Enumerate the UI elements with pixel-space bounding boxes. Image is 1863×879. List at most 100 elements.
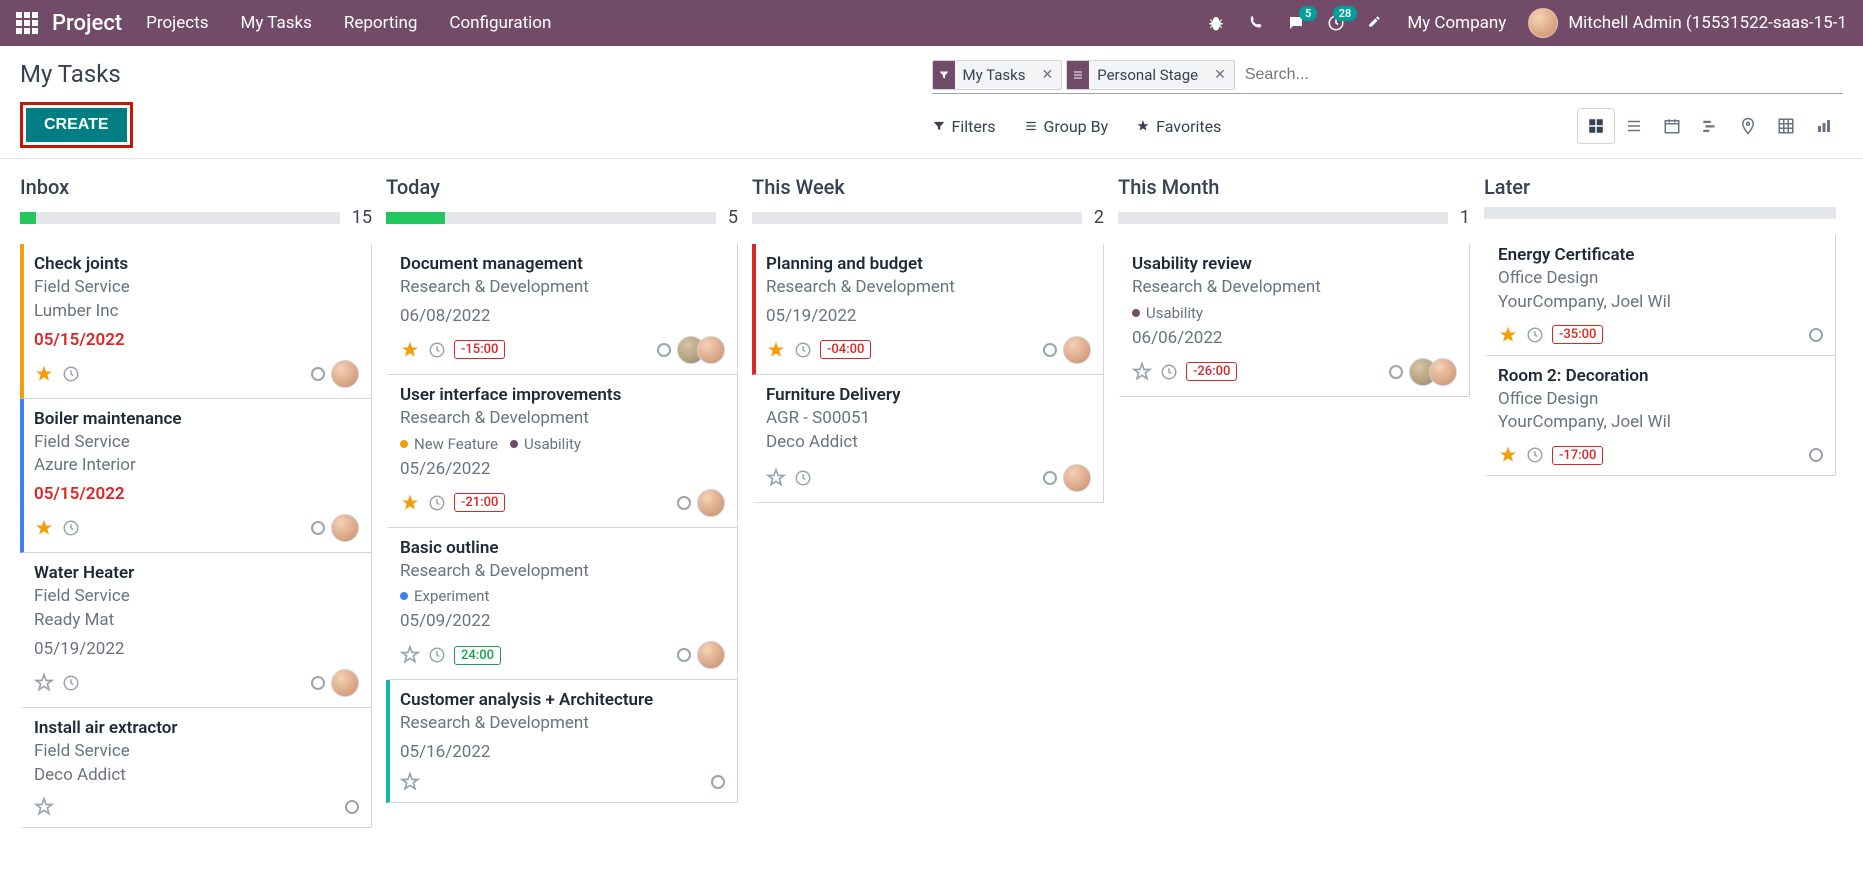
task-card[interactable]: Check jointsField ServiceLumber Inc05/15…: [20, 244, 372, 399]
star-icon[interactable]: [34, 518, 54, 538]
clock-icon[interactable]: [428, 646, 446, 664]
favorites-button[interactable]: Favorites: [1136, 117, 1221, 136]
list-view-button[interactable]: [1615, 108, 1653, 144]
status-dot[interactable]: [1809, 448, 1823, 462]
progress-bar[interactable]: [386, 212, 716, 224]
bug-icon[interactable]: [1207, 14, 1225, 32]
assignees[interactable]: [677, 336, 725, 364]
calendar-view-button[interactable]: [1653, 108, 1691, 144]
task-card[interactable]: Document managementResearch & Developmen…: [386, 244, 738, 375]
facet-remove[interactable]: ✕: [1034, 67, 1062, 83]
task-card[interactable]: Planning and budgetResearch & Developmen…: [752, 244, 1104, 375]
search-input[interactable]: [1239, 62, 1843, 88]
activities-icon[interactable]: 28: [1327, 14, 1345, 32]
assignees[interactable]: [1063, 464, 1091, 492]
status-dot[interactable]: [657, 343, 671, 357]
filters-button[interactable]: Filters: [932, 117, 996, 136]
column-title[interactable]: This Month: [1118, 175, 1470, 199]
nav-link-mytasks[interactable]: My Tasks: [240, 13, 311, 33]
column-title[interactable]: Later: [1484, 175, 1836, 199]
gantt-view-button[interactable]: [1691, 108, 1729, 144]
assignees[interactable]: [697, 641, 725, 669]
task-card[interactable]: Boiler maintenanceField ServiceAzure Int…: [20, 399, 372, 554]
status-dot[interactable]: [345, 800, 359, 814]
task-card[interactable]: User interface improvementsResearch & De…: [386, 375, 738, 528]
groupby-button[interactable]: Group By: [1024, 117, 1109, 136]
clock-icon[interactable]: [794, 341, 812, 359]
progress-bar[interactable]: [20, 212, 340, 224]
star-icon[interactable]: [1498, 325, 1518, 345]
phone-icon[interactable]: [1247, 14, 1265, 32]
star-icon[interactable]: [766, 468, 786, 488]
clock-icon[interactable]: [1160, 363, 1178, 381]
status-dot[interactable]: [677, 496, 691, 510]
progress-bar[interactable]: [1484, 207, 1836, 219]
clock-icon[interactable]: [62, 674, 80, 692]
status-dot[interactable]: [1043, 343, 1057, 357]
task-card[interactable]: Basic outlineResearch & DevelopmentExper…: [386, 528, 738, 681]
map-view-button[interactable]: [1729, 108, 1767, 144]
clock-icon[interactable]: [428, 341, 446, 359]
clock-icon[interactable]: [62, 365, 80, 383]
progress-bar[interactable]: [1118, 212, 1448, 224]
progress-bar[interactable]: [752, 212, 1082, 224]
star-icon[interactable]: [34, 673, 54, 693]
star-icon[interactable]: [766, 340, 786, 360]
status-dot[interactable]: [1809, 328, 1823, 342]
assignees[interactable]: [331, 514, 359, 542]
status-dot[interactable]: [311, 367, 325, 381]
tools-icon[interactable]: [1367, 14, 1385, 32]
status-dot[interactable]: [677, 648, 691, 662]
task-card[interactable]: Customer analysis + ArchitectureResearch…: [386, 680, 738, 803]
nav-link-projects[interactable]: Projects: [146, 13, 208, 33]
status-dot[interactable]: [1043, 471, 1057, 485]
apps-icon[interactable]: [16, 12, 38, 34]
user-menu[interactable]: Mitchell Admin (15531522-saas-15-1: [1528, 8, 1847, 38]
star-icon[interactable]: [400, 772, 420, 792]
task-card[interactable]: Furniture DeliveryAGR - S00051Deco Addic…: [752, 375, 1104, 504]
star-icon[interactable]: [400, 645, 420, 665]
status-dot[interactable]: [1389, 365, 1403, 379]
task-card[interactable]: Room 2: DecorationOffice DesignYourCompa…: [1484, 356, 1836, 477]
clock-icon[interactable]: [794, 469, 812, 487]
star-icon[interactable]: [1498, 445, 1518, 465]
clock-icon[interactable]: [1526, 326, 1544, 344]
column-title[interactable]: Today: [386, 175, 738, 199]
star-icon[interactable]: [34, 797, 54, 817]
clock-icon[interactable]: [1526, 446, 1544, 464]
task-footer: -26:00: [1132, 358, 1457, 386]
clock-icon[interactable]: [428, 494, 446, 512]
graph-view-button[interactable]: [1805, 108, 1843, 144]
kanban-view-button[interactable]: [1577, 108, 1615, 144]
clock-icon[interactable]: [62, 519, 80, 537]
assignees[interactable]: [331, 669, 359, 697]
facet-remove[interactable]: ✕: [1206, 67, 1234, 83]
task-card[interactable]: Water HeaterField ServiceReady Mat05/19/…: [20, 553, 372, 708]
column-title[interactable]: Inbox: [20, 175, 372, 199]
messages-icon[interactable]: 5: [1287, 14, 1305, 32]
nav-link-reporting[interactable]: Reporting: [344, 13, 418, 33]
task-card[interactable]: Usability reviewResearch & DevelopmentUs…: [1118, 244, 1470, 397]
nav-link-configuration[interactable]: Configuration: [449, 13, 551, 33]
task-date: 05/15/2022: [34, 330, 359, 350]
status-dot[interactable]: [311, 521, 325, 535]
create-button[interactable]: CREATE: [26, 108, 127, 142]
assignees[interactable]: [1063, 336, 1091, 364]
pivot-view-button[interactable]: [1767, 108, 1805, 144]
assignees[interactable]: [697, 489, 725, 517]
task-card[interactable]: Energy CertificateOffice DesignYourCompa…: [1484, 235, 1836, 356]
star-icon[interactable]: [400, 493, 420, 513]
company-selector[interactable]: My Company: [1407, 13, 1506, 33]
task-date: 06/08/2022: [400, 306, 725, 326]
star-icon[interactable]: [34, 364, 54, 384]
star-icon[interactable]: [1132, 362, 1152, 382]
task-card[interactable]: Install air extractorField ServiceDeco A…: [20, 708, 372, 829]
assignees[interactable]: [331, 360, 359, 388]
column-count: 2: [1094, 207, 1104, 228]
app-brand[interactable]: Project: [52, 11, 122, 36]
status-dot[interactable]: [711, 775, 725, 789]
column-title[interactable]: This Week: [752, 175, 1104, 199]
status-dot[interactable]: [311, 676, 325, 690]
assignees[interactable]: [1409, 358, 1457, 386]
star-icon[interactable]: [400, 340, 420, 360]
